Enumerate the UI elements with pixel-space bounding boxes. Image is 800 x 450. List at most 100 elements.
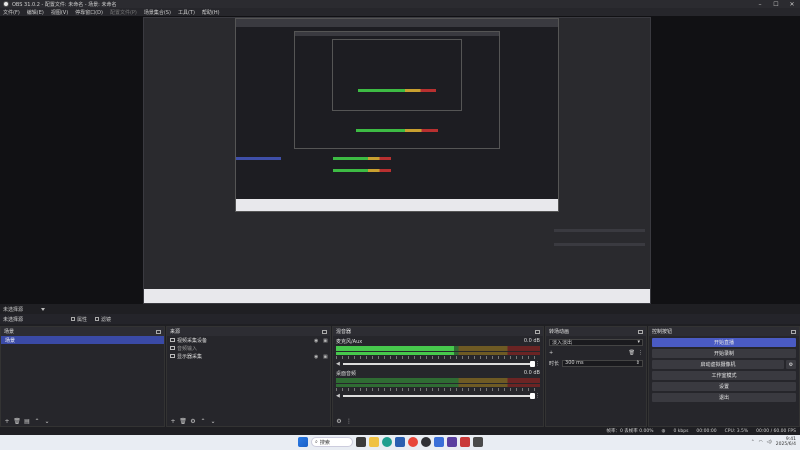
edge-icon[interactable] <box>382 437 392 447</box>
lock-icon[interactable]: ▣ <box>323 354 328 360</box>
lock-icon[interactable]: ▣ <box>323 338 328 344</box>
sources-title: 来源 <box>170 329 181 335</box>
file-explorer-icon[interactable] <box>369 437 379 447</box>
filters-button[interactable]: 滤镜 <box>95 316 111 323</box>
maximize-icon[interactable]: ☐ <box>768 0 784 8</box>
menu-profile[interactable]: 配置文件(P) <box>110 9 137 16</box>
studio-mode-button[interactable]: 工作室模式 <box>652 371 796 380</box>
menu-edit[interactable]: 编辑(E) <box>27 9 44 16</box>
wifi-icon[interactable]: ◠ <box>759 440 763 445</box>
windows-start-icon[interactable] <box>298 437 308 447</box>
menu-help[interactable]: 帮助(H) <box>202 9 220 16</box>
chevron-down-icon: ▾ <box>637 339 640 345</box>
channel-db: 0.0 dB <box>523 370 540 376</box>
bitrate: 0 kbps <box>673 428 689 434</box>
trash-icon[interactable]: 🗑 <box>629 350 635 356</box>
scene-item[interactable]: 场景 <box>1 336 164 344</box>
chevron-down-icon[interactable] <box>41 307 46 311</box>
add-icon[interactable]: + <box>549 350 553 356</box>
obs-icon[interactable] <box>421 437 431 447</box>
volume-slider[interactable] <box>343 392 535 399</box>
properties-button[interactable]: 属性 <box>71 316 87 323</box>
start-recording-button[interactable]: 开始录制 <box>652 349 796 358</box>
volume-meter <box>336 384 540 387</box>
source-item[interactable]: 显示器采集 ◉ ▣ <box>167 352 330 360</box>
start-virtual-camera-button[interactable]: 启动虚拟摄像机 <box>652 360 784 369</box>
menu-file[interactable]: 文件(F) <box>3 9 20 16</box>
menu-dots-icon[interactable]: ⋮ <box>535 361 540 367</box>
arrow-down-icon[interactable]: ⌄ <box>210 418 216 425</box>
scene-selector-bar: 未选择源 <box>0 305 800 313</box>
arrow-up-icon[interactable]: ⌃ <box>200 418 206 425</box>
scenes-dock: 场景 场景 + 🗑 ▤ ⌃ ⌄ <box>0 326 165 427</box>
eye-icon[interactable]: ◉ <box>314 338 319 344</box>
volume-slider[interactable] <box>343 360 535 367</box>
undock-icon[interactable] <box>535 329 540 334</box>
volume-icon[interactable]: ◁) <box>767 440 772 445</box>
gear-icon[interactable]: ⚙ <box>190 418 196 425</box>
audio-mixer-dock: 混音器 麦克风/Aux 0.0 dB ◀ ⋮ 桌面音频 0.0 dB ◀ ⋮ ⚙ ⋮ <box>332 326 544 427</box>
app-icon[interactable] <box>460 437 470 447</box>
trash-icon[interactable]: 🗑 <box>179 418 187 425</box>
source-item[interactable]: 视频采集设备 ◉ ▣ <box>167 336 330 344</box>
menu-scene-collection[interactable]: 场景集合(S) <box>144 9 171 16</box>
start-streaming-button[interactable]: 开始直播 <box>652 338 796 347</box>
undock-icon[interactable] <box>791 329 796 334</box>
preview-canvas[interactable] <box>143 17 651 304</box>
menu-view[interactable]: 视图(V) <box>51 9 68 16</box>
store-icon[interactable] <box>395 437 405 447</box>
duration-input[interactable]: 300 ms ⇕ <box>562 359 643 367</box>
mixer-title: 混音器 <box>336 329 352 335</box>
gear-icon[interactable]: ⚙ <box>786 360 796 369</box>
arrow-up-icon[interactable]: ⌃ <box>34 418 40 425</box>
filter-icon <box>95 317 100 321</box>
source-name: 未选择源 <box>3 316 24 323</box>
menu-dots-icon[interactable]: ⋮ <box>638 350 643 356</box>
source-item[interactable]: 音频输入 <box>167 344 330 352</box>
settings-button[interactable]: 设置 <box>652 382 796 391</box>
source-toolbar: 未选择源 属性 滤镜 <box>0 314 800 324</box>
obs-logo-icon <box>3 1 9 7</box>
task-view-icon[interactable] <box>356 437 366 447</box>
controls-title: 控制按钮 <box>652 329 673 335</box>
scenes-title: 场景 <box>4 329 15 335</box>
undock-icon[interactable] <box>322 329 327 334</box>
trash-icon[interactable]: 🗑 <box>13 418 21 425</box>
menu-docks[interactable]: 停靠窗口(D) <box>75 9 103 16</box>
nested-capture-3 <box>331 38 463 111</box>
controls-dock: 控制按钮 开始直播 开始录制 启动虚拟摄像机 ⚙ 工作室模式 设置 退出 <box>648 326 800 427</box>
eye-icon[interactable]: ◉ <box>314 354 319 360</box>
volume-meter <box>336 378 540 383</box>
menu-dots-icon[interactable]: ⋮ <box>346 418 352 425</box>
menu-tools[interactable]: 工具(T) <box>178 9 195 16</box>
close-icon[interactable]: ✕ <box>784 0 800 8</box>
add-icon[interactable]: + <box>170 418 176 425</box>
gear-icon[interactable]: ⚙ <box>336 418 342 425</box>
transition-select[interactable]: 淡入淡出 ▾ <box>549 338 643 346</box>
undock-icon[interactable] <box>156 329 161 334</box>
transitions-dock: 转场动画 淡入淡出 ▾ + 🗑 ⋮ 时长 300 ms ⇕ <box>545 326 647 427</box>
taskbar-search[interactable]: ⌕ 搜索 <box>311 437 353 447</box>
clock[interactable]: 9:41 2025/6/4 <box>776 437 796 447</box>
menu-dots-icon[interactable]: ⋮ <box>535 393 540 399</box>
speaker-icon[interactable]: ◀ <box>336 361 341 367</box>
mixer-channel: 麦克风/Aux 0.0 dB ◀ ⋮ <box>333 336 543 368</box>
title-bar: OBS 31.0.2 - 配置文件: 未命名 - 场景: 未命名 <box>0 0 800 8</box>
filter-icon[interactable]: ▤ <box>24 418 30 425</box>
exit-button[interactable]: 退出 <box>652 393 796 402</box>
add-icon[interactable]: + <box>4 418 10 425</box>
chrome-icon[interactable] <box>408 437 418 447</box>
speaker-icon[interactable]: ◀ <box>336 393 341 399</box>
spin-arrows-icon[interactable]: ⇕ <box>636 360 640 366</box>
app-icon[interactable] <box>473 437 483 447</box>
undock-icon[interactable] <box>638 329 643 334</box>
arrow-down-icon[interactable]: ⌄ <box>44 418 50 425</box>
app-icon[interactable] <box>447 437 457 447</box>
os-taskbar: ⌕ 搜索 ⌃ ◠ ◁) 9:41 2025/6/4 <box>0 435 800 450</box>
channel-db: 0.0 dB <box>523 338 540 344</box>
minimize-icon[interactable]: – <box>752 0 768 8</box>
record-time: 00:00:00 <box>696 428 717 434</box>
app-icon[interactable] <box>434 437 444 447</box>
chevron-up-icon[interactable]: ⌃ <box>751 440 755 445</box>
nested-capture <box>235 18 559 212</box>
